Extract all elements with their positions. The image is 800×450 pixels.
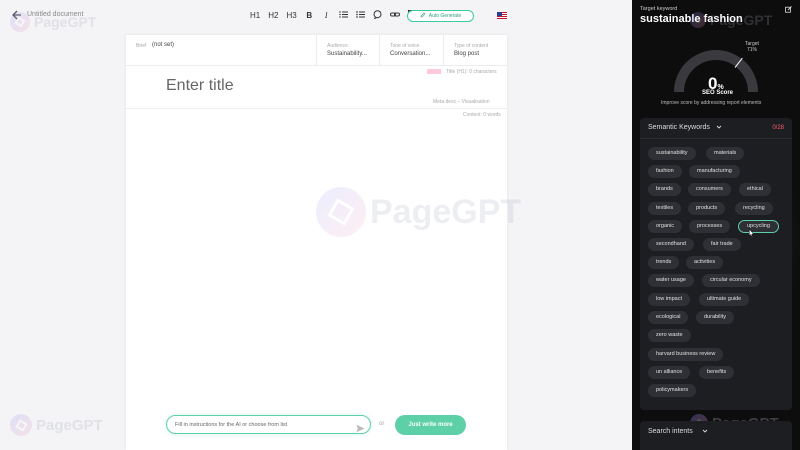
- target-indicator: Target 71%: [745, 41, 759, 53]
- brief-value[interactable]: (not set): [152, 42, 174, 48]
- keyword-chip[interactable]: recycling: [735, 202, 773, 215]
- keyword-chip[interactable]: fashion: [648, 165, 682, 178]
- search-intents-card[interactable]: Search intents: [640, 421, 792, 450]
- h2-button[interactable]: H2: [268, 10, 278, 22]
- keyword-chip[interactable]: organic: [648, 220, 683, 233]
- keyword-chip[interactable]: textiles: [648, 202, 682, 215]
- italic-button[interactable]: I: [322, 10, 331, 22]
- logo-icon: [316, 187, 366, 237]
- just-write-more-button[interactable]: Just write more: [395, 415, 466, 435]
- keyword-chip[interactable]: policymakers: [648, 384, 697, 397]
- brief-meta-row: Brief (not set) Audience Sustainability.…: [126, 35, 507, 66]
- keyword-chip[interactable]: secondhand: [648, 238, 694, 251]
- ai-prompt-input[interactable]: [175, 419, 351, 431]
- keyword-chip[interactable]: harvard business review: [648, 348, 724, 361]
- h1-button[interactable]: H1: [250, 10, 260, 22]
- seo-score-label: SEO Score: [702, 90, 734, 96]
- keyword-chip[interactable]: zero waste: [648, 329, 691, 342]
- keyword-chip[interactable]: ultimate guide: [699, 293, 750, 306]
- back-arrow-icon[interactable]: [10, 9, 22, 21]
- link-icon[interactable]: [389, 10, 400, 22]
- target-value: 71%: [746, 47, 757, 53]
- comment-icon[interactable]: [373, 10, 382, 22]
- content-type-field[interactable]: Type of content Blog post: [443, 35, 507, 66]
- content-type-value: Blog post: [454, 51, 480, 57]
- keyword-chip[interactable]: water usage: [648, 274, 694, 287]
- tone-label: Tone of voice: [390, 43, 420, 49]
- logo-icon: [10, 414, 32, 436]
- auto-generate-label: Auto Generate: [428, 13, 462, 19]
- keyword-chip[interactable]: processes: [689, 220, 731, 233]
- title-hint: Title (H1): 0 characters: [427, 69, 497, 75]
- audience-field[interactable]: Audience Sustainability...: [316, 35, 379, 66]
- ai-prompt-field[interactable]: [166, 415, 371, 434]
- keyword-chip[interactable]: low impact: [648, 293, 690, 306]
- target-keyword[interactable]: sustainable fashion: [640, 13, 743, 25]
- keyword-chip[interactable]: activities: [686, 256, 724, 269]
- editor-paper: Brief (not set) Audience Sustainability.…: [126, 35, 521, 450]
- header-divider: [640, 138, 792, 139]
- tone-value: Conversation...: [390, 51, 431, 57]
- content-word-count: Content: 0 words: [463, 112, 501, 118]
- keyword-chip[interactable]: fair trade: [703, 238, 741, 251]
- watermark-logo: PageGPT: [316, 187, 521, 237]
- chevron-down-icon: [716, 124, 722, 132]
- title-length-indicator: [427, 69, 441, 75]
- keyword-chip[interactable]: products: [688, 202, 726, 215]
- tone-field[interactable]: Tone of voice Conversation...: [379, 35, 443, 66]
- chevron-down-icon: [702, 428, 708, 436]
- mouse-cursor-icon: [749, 229, 754, 237]
- edit-icon[interactable]: [785, 6, 792, 15]
- bold-button[interactable]: B: [305, 10, 314, 22]
- title-hint-text: Title (H1): 0 characters: [446, 69, 497, 75]
- semantic-keywords-card: Semantic Keywords 0/28 sustainability mat…: [640, 118, 792, 410]
- audience-label: Audience: [327, 43, 348, 49]
- keyword-chip[interactable]: sustainability: [648, 147, 696, 160]
- semantic-keywords-header[interactable]: Semantic Keywords 0/28: [640, 118, 792, 138]
- pencil-icon: [420, 12, 426, 20]
- keyword-chip[interactable]: brands: [648, 183, 681, 196]
- watermark-text: PageGPT: [370, 192, 522, 231]
- improve-score-text: Improve score by addressing report eleme…: [661, 100, 762, 106]
- target-keyword-label: Target keyword: [640, 6, 678, 12]
- keyword-chip[interactable]: manufacturing: [689, 165, 740, 178]
- audience-value: Sustainability...: [327, 51, 367, 57]
- meta-description-toggle[interactable]: Meta desc – Visualisation: [433, 99, 490, 105]
- semantic-keywords-count: 0/28: [772, 125, 784, 131]
- keyword-chip[interactable]: un alliance: [648, 366, 691, 379]
- keyword-chip[interactable]: circular economy: [702, 274, 760, 287]
- auto-generate-button[interactable]: Auto Generate: [407, 10, 474, 22]
- search-intents-title: Search intents: [648, 428, 693, 435]
- bullet-list-icon[interactable]: [356, 10, 365, 22]
- brief-label: Brief: [136, 43, 147, 49]
- title-input[interactable]: Enter title: [166, 77, 234, 95]
- top-bar: Untitled document H1 H2 H3 B I Auto Gene…: [0, 0, 632, 32]
- content-type-label: Type of content: [454, 43, 489, 49]
- semantic-keywords-title: Semantic Keywords: [648, 124, 710, 131]
- us-flag-icon[interactable]: [497, 12, 507, 19]
- keyword-chip[interactable]: ethical: [739, 183, 771, 196]
- watermark-logo: PageGPT: [10, 414, 103, 436]
- numbered-list-icon[interactable]: [339, 10, 348, 22]
- keyword-chip[interactable]: consumers: [688, 183, 731, 196]
- formatting-toolbar: H1 H2 H3 B I: [250, 10, 417, 22]
- or-separator: or: [379, 421, 385, 427]
- keyword-chip[interactable]: benefits: [699, 366, 735, 379]
- keyword-chip[interactable]: ecological: [648, 311, 689, 324]
- keyword-chip[interactable]: upcycling: [738, 220, 779, 233]
- keyword-chip[interactable]: materials: [706, 147, 745, 160]
- send-icon[interactable]: [356, 420, 365, 433]
- document-title[interactable]: Untitled document: [27, 11, 83, 18]
- h3-button[interactable]: H3: [286, 10, 296, 22]
- watermark-text: PageGPT: [36, 416, 103, 434]
- seo-panel: Target keyword sustainable fashion PageG…: [632, 0, 800, 450]
- title-divider: [126, 108, 507, 109]
- keyword-chip[interactable]: durability: [696, 311, 735, 324]
- keyword-chip[interactable]: trends: [648, 256, 680, 269]
